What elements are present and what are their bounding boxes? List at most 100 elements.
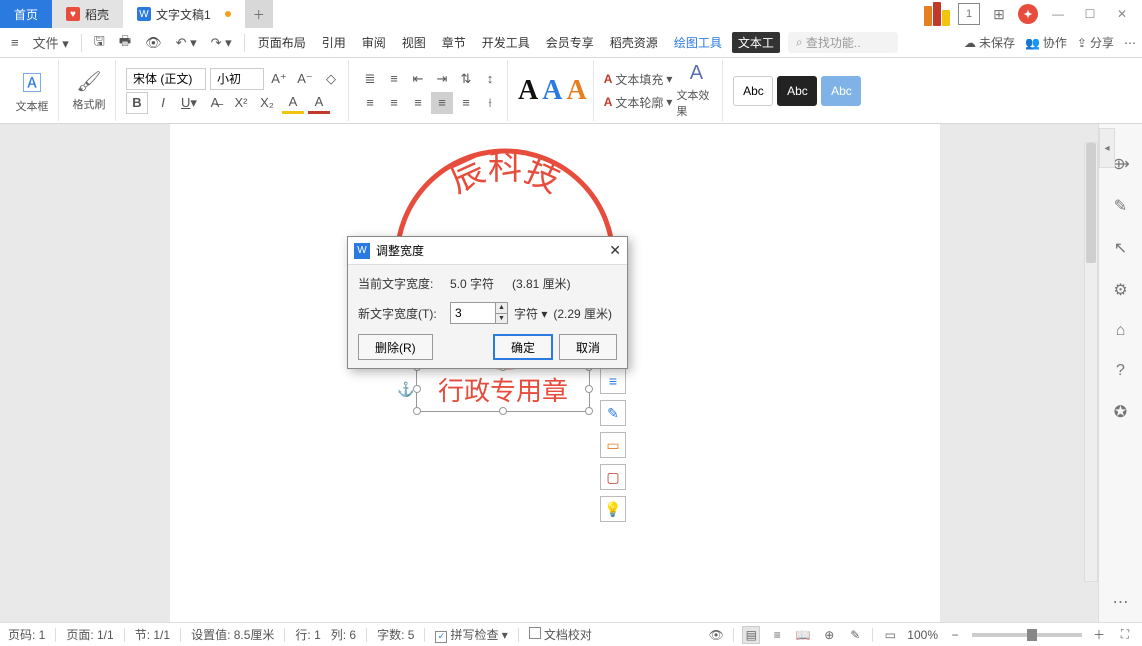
idea-icon[interactable]: 💡 [600,496,626,522]
scroll-thumb[interactable] [1086,143,1096,263]
more-tools-icon[interactable]: ⋯ [1113,592,1129,612]
align-justify-icon[interactable]: ≡ [431,92,453,114]
strike-button[interactable]: A̶ [204,92,226,114]
wordart-style-3[interactable]: A [566,75,586,107]
tab-new[interactable]: ＋ [245,0,273,28]
status-col[interactable]: 列: 6 [331,626,356,643]
menu-page-layout[interactable]: 页面布局 [252,32,312,53]
close-button[interactable]: ✕ [1110,2,1134,26]
web-view-icon[interactable]: ⊕ [820,626,838,644]
zoom-slider[interactable] [972,633,1082,637]
bullets-icon[interactable]: ≣ [359,68,381,90]
bulb-icon[interactable]: ✪ [1114,402,1127,422]
status-spellcheck[interactable]: ✓拼写检查 ▾ [435,626,507,643]
menu-reference[interactable]: 引用 [316,32,352,53]
highlight-tool-icon[interactable]: ▭ [600,432,626,458]
tab-document[interactable]: W文字文稿1 [123,0,245,28]
help-icon[interactable]: ? [1116,362,1125,380]
pen-sig-icon[interactable]: ✎ [1114,196,1127,216]
font-size-select[interactable]: 小初 [210,68,264,90]
align-center-icon[interactable]: ≡ [383,92,405,114]
menu-review[interactable]: 审阅 [356,32,392,53]
new-width-spinner[interactable]: ▲▼ [450,302,508,324]
share-button[interactable]: ⇪分享 [1077,34,1114,51]
wordart-style-2[interactable]: A [542,75,562,107]
delete-button[interactable]: 删除(R) [358,334,433,360]
status-proofread[interactable]: 文档校对 [529,626,592,643]
menu-draw-tools[interactable]: 绘图工具 [668,32,728,53]
sort-icon[interactable]: ↕ [479,68,501,90]
line-spacing-icon[interactable]: ⇅ [455,68,477,90]
avatar[interactable]: ✦ [1018,4,1038,24]
cancel-button[interactable]: 取消 [559,334,617,360]
text-effects-button[interactable]: A文本效果 [676,63,716,119]
outline-view-icon[interactable]: ≡ [768,626,786,644]
vertical-scrollbar[interactable] [1084,142,1098,582]
menu-text-tools[interactable]: 文本工 [732,32,780,53]
spin-down-icon[interactable]: ▼ [496,314,507,324]
shrink-font-icon[interactable]: A⁻ [294,68,316,90]
ok-button[interactable]: 确定 [493,334,553,360]
paragraph-icon[interactable]: ⟊ [479,92,501,114]
wallet-icon[interactable]: ⌂ [1116,322,1126,340]
align-left-icon[interactable]: ≡ [359,92,381,114]
wordart-style-1[interactable]: A [518,75,538,107]
font-color-button[interactable]: A [308,92,330,114]
text-outline-button[interactable]: A文本轮廓 ▾ [604,94,673,111]
page-view-icon[interactable]: ▤ [742,626,760,644]
status-setting[interactable]: 设置值: 8.5厘米 [191,626,274,643]
zoom-in-icon[interactable]: ＋ [1090,626,1108,644]
bold-button[interactable]: B [126,92,148,114]
focus-view-icon[interactable]: ✎ [846,626,864,644]
file-menu[interactable]: 文件 ▾ [28,30,74,55]
subscript-button[interactable]: X₂ [256,92,278,114]
maximize-button[interactable]: ☐ [1078,2,1102,26]
search-input[interactable]: ⌕ 查找功能.. [788,32,898,53]
cursor-icon[interactable]: ↖ [1114,238,1127,258]
underline-button[interactable]: U ▾ [178,92,200,114]
resize-handle[interactable] [413,407,421,415]
collapse-panel-icon[interactable]: ◂ [1099,128,1115,168]
unit-label[interactable]: 字符 ▾ [514,305,547,322]
grow-font-icon[interactable]: A⁺ [268,68,290,90]
menu-vip[interactable]: 会员专享 [540,32,600,53]
distribute-icon[interactable]: ≡ [455,92,477,114]
highlight-button[interactable]: A [282,92,304,114]
edit-pen-icon[interactable]: ✎ [600,400,626,426]
menu-section[interactable]: 章节 [436,32,472,53]
reading-view-icon[interactable]: 📖 [794,626,812,644]
settings-slider-icon[interactable]: ⚙ [1113,280,1127,300]
layout-options-icon[interactable]: ≡ [600,368,626,394]
theme-abc-2[interactable]: Abc [777,76,817,106]
menu-view[interactable]: 视图 [396,32,432,53]
hamburger-icon[interactable]: ≡ [6,32,24,53]
print-preview-icon[interactable]: 👁 [140,32,167,54]
resize-handle[interactable] [499,407,507,415]
workspace-icon[interactable]: 1 [958,3,980,25]
apps-icon[interactable]: ⊞ [988,3,1010,25]
status-line[interactable]: 行: 1 [295,626,320,643]
dialog-close-button[interactable]: ✕ [609,242,621,259]
tab-docker[interactable]: ♥稻壳 [52,0,123,28]
increase-indent-icon[interactable]: ⇥ [431,68,453,90]
resize-handle[interactable] [585,407,593,415]
status-section[interactable]: 节: 1/1 [135,626,170,643]
print-icon[interactable]: 🖶 [114,29,136,57]
dialog-titlebar[interactable]: W 调整宽度 ✕ [348,237,627,265]
tab-home[interactable]: 首页 [0,0,52,28]
text-fill-button[interactable]: A文本填充 ▾ [604,71,673,88]
italic-button[interactable]: I [152,92,174,114]
theme-abc-3[interactable]: Abc [821,76,861,106]
textbox-button[interactable]: 🄰文本框 [12,63,52,119]
zoom-value[interactable]: 100% [907,628,938,642]
zoom-out-icon[interactable]: − [946,626,964,644]
align-right-icon[interactable]: ≡ [407,92,429,114]
status-page[interactable]: 页面: 1/1 [66,626,113,643]
format-painter-button[interactable]: 🖌格式刷 [69,63,109,119]
new-width-input[interactable] [451,303,495,323]
decrease-indent-icon[interactable]: ⇤ [407,68,429,90]
resize-handle[interactable] [585,385,593,393]
status-page-no[interactable]: 页码: 1 [8,626,45,643]
spin-up-icon[interactable]: ▲ [496,303,507,314]
clear-format-icon[interactable]: ◇ [320,68,342,90]
